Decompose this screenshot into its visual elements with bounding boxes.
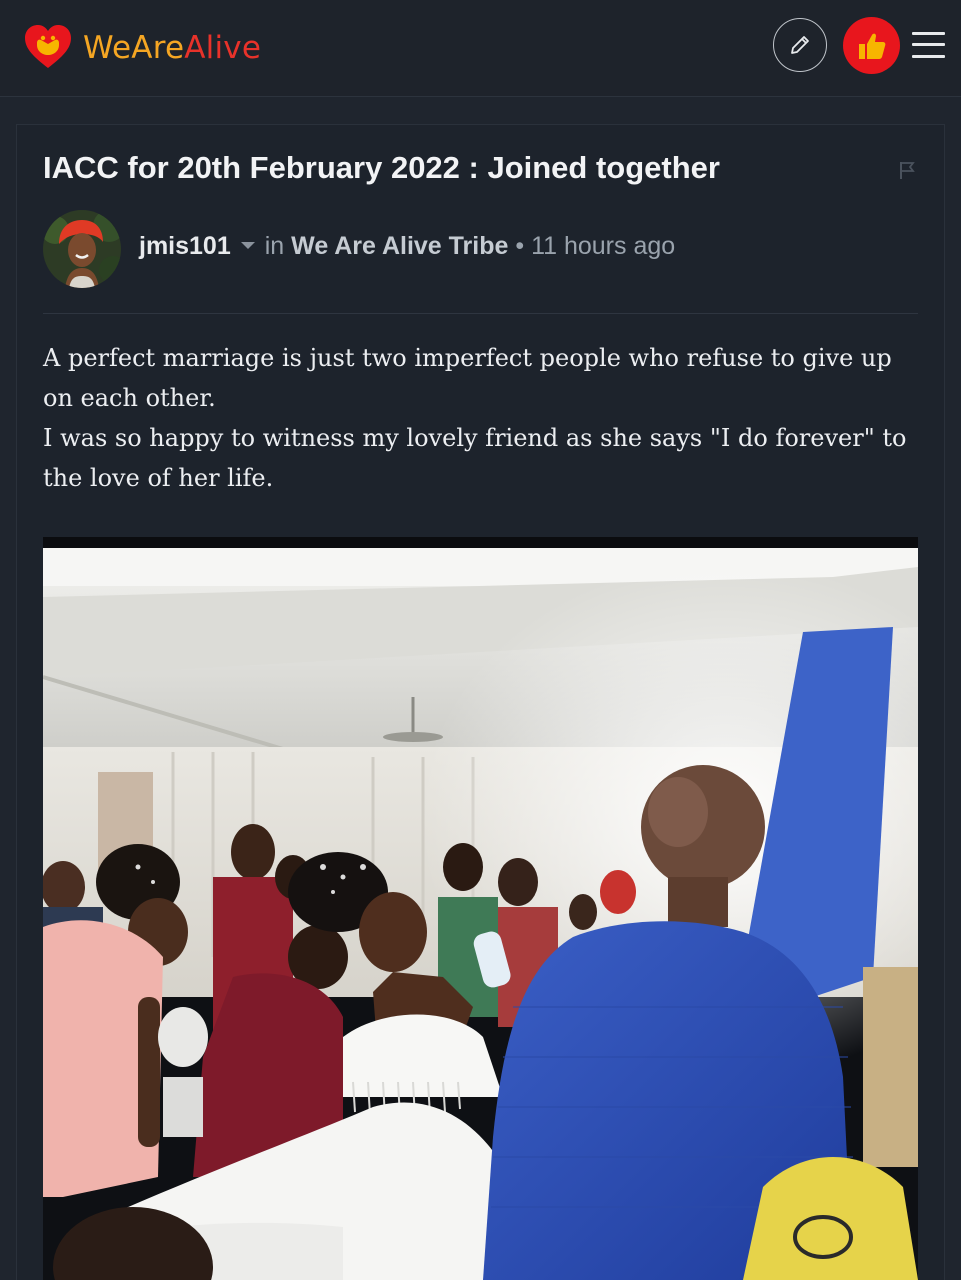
post-title: IACC for 20th February 2022 : Joined tog… [43,150,720,185]
body-paragraph: A perfect marriage is just two imperfect… [43,344,892,412]
community-link[interactable]: We Are Alive Tribe [291,232,508,260]
in-label: in [264,232,285,260]
post-body: A perfect marriage is just two imperfect… [43,338,923,498]
logo-alive: Alive [184,30,262,66]
logo-we: WeAre [83,30,185,66]
post-image[interactable] [43,537,918,1280]
logo-heart-icon[interactable] [24,24,72,70]
author-name[interactable]: jmis101 [139,232,231,260]
body-paragraph: I was so happy to witness my lovely frie… [43,424,907,492]
top-bar: WeAreAlive [0,0,961,97]
thumbs-up-icon [858,33,885,59]
author-avatar[interactable] [43,210,121,288]
divider [43,313,918,314]
hamburger-menu-icon[interactable] [912,30,946,60]
write-post-button[interactable] [773,18,827,72]
meta-separator: • [515,232,525,260]
chevron-down-icon[interactable] [240,241,255,249]
post-meta: jmis101 in We Are Alive Tribe • 11 hours … [139,232,675,261]
logo-wordmark[interactable]: WeAreAlive [83,30,261,66]
upvote-button[interactable] [843,17,900,74]
post-timestamp: 11 hours ago [531,232,676,260]
flag-icon[interactable] [898,160,916,180]
pencil-icon [791,36,809,54]
